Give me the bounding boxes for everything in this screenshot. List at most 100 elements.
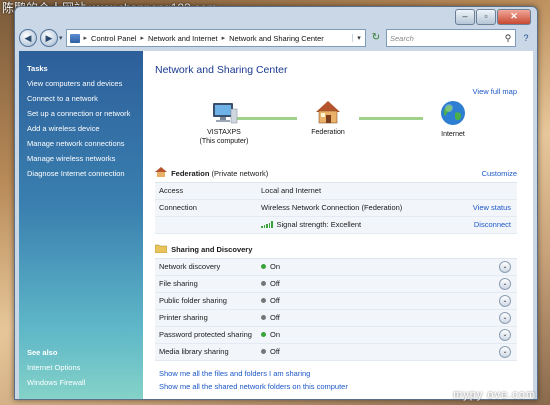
row-label: Printer sharing (159, 313, 208, 322)
this-computer-node[interactable]: VISTAXPS (This computer) (183, 101, 265, 146)
sharing-section-title: Sharing and Discovery (171, 245, 253, 254)
connection-line (359, 117, 423, 120)
folder-icon (155, 244, 167, 253)
task-diagnose-internet-connection[interactable]: Diagnose Internet connection (27, 169, 125, 178)
back-arrow-icon: ◀ (24, 32, 32, 43)
see-also-internet-options[interactable]: Internet Options (27, 363, 80, 372)
task-set-up-a-connection[interactable]: Set up a connection or network (27, 109, 130, 118)
breadcrumb-separator-icon[interactable]: ▸ (84, 34, 88, 42)
customize-link[interactable]: Customize (482, 169, 517, 178)
expand-chevron-icon[interactable]: ⌄ (499, 346, 511, 358)
task-view-computers-and-devices[interactable]: View computers and devices (27, 79, 122, 88)
network-section-header: Federation (Private network) (155, 167, 268, 178)
refresh-button[interactable]: ↻ (369, 30, 383, 46)
internet-node[interactable]: Internet (423, 99, 483, 139)
expand-chevron-icon[interactable]: ⌄ (499, 312, 511, 324)
expand-chevron-icon[interactable]: ⌄ (499, 295, 511, 307)
network-row-connection: Connection Wireless Network Connection (… (155, 200, 517, 217)
sharing-row-public-folder-sharing: Public folder sharing Off ⌄ (155, 293, 517, 310)
close-button[interactable]: ✕ (497, 9, 531, 25)
network-details-table: Access Local and Internet Connection Wir… (155, 182, 517, 234)
sharing-row-printer-sharing: Printer sharing Off ⌄ (155, 310, 517, 327)
breadcrumb-network-and-internet[interactable]: Network and Internet (148, 34, 218, 43)
history-dropdown-icon[interactable]: ▾ (59, 34, 63, 42)
breadcrumb-separator-icon[interactable]: ▸ (222, 34, 226, 42)
view-full-map-link[interactable]: View full map (473, 87, 517, 96)
row-label: Network discovery (159, 262, 221, 271)
task-manage-wireless-networks[interactable]: Manage wireless networks (27, 154, 115, 163)
sharing-row-password-protected-sharing: Password protected sharing On ⌄ (155, 327, 517, 344)
disconnect-link[interactable]: Disconnect (474, 220, 511, 229)
status-off-icon (261, 315, 266, 320)
breadcrumb-control-panel[interactable]: Control Panel (91, 34, 136, 43)
view-status-link[interactable]: View status (473, 203, 511, 212)
address-bar[interactable]: ▸ Control Panel ▸ Network and Internet ▸… (65, 29, 366, 47)
house-icon (155, 167, 167, 177)
breadcrumb-network-and-sharing-center[interactable]: Network and Sharing Center (229, 34, 324, 43)
address-dropdown-icon[interactable]: ▾ (352, 34, 365, 42)
show-shared-folders-link[interactable]: Show me all the shared network folders o… (159, 382, 348, 391)
forward-arrow-icon: ▶ (45, 32, 53, 43)
search-placeholder: Search (390, 33, 414, 43)
row-value: Wireless Network Connection (Federation) (261, 203, 403, 212)
main-content: Network and Sharing Center View full map… (143, 51, 533, 399)
row-state: Off (261, 313, 280, 322)
navigation-bar: ◀ ▶ ▾ ▸ Control Panel ▸ Network and Inte… (19, 27, 533, 49)
title-bar: – ▫ ✕ (15, 7, 537, 27)
see-also-windows-firewall[interactable]: Windows Firewall (27, 378, 85, 387)
sharing-row-network-discovery: Network discovery On ⌄ (155, 259, 517, 276)
row-state: On (261, 262, 280, 271)
see-also-heading: See also (27, 348, 58, 357)
network-name: Federation (311, 129, 345, 136)
row-value: Local and Internet (261, 186, 322, 195)
network-row-access: Access Local and Internet (155, 183, 517, 200)
row-label: Access (159, 186, 184, 195)
row-state: Off (261, 347, 280, 356)
row-state: Off (261, 296, 280, 305)
expand-chevron-icon[interactable]: ⌄ (499, 278, 511, 290)
status-off-icon (261, 349, 266, 354)
network-row-signal: Signal strength: Excellent Disconnect (155, 217, 517, 234)
search-box[interactable]: Search ⚲ (386, 29, 516, 47)
row-label: File sharing (159, 279, 198, 288)
tasks-heading: Tasks (27, 64, 48, 73)
back-button[interactable]: ◀ (19, 29, 37, 47)
desktop-footer-watermark: mypy ove.com (453, 389, 536, 401)
sharing-section-header: Sharing and Discovery (155, 243, 252, 254)
maximize-button[interactable]: ▫ (476, 9, 496, 25)
computer-icon (213, 103, 238, 124)
sharing-table: Network discovery On ⌄ File sharing Off … (155, 258, 517, 361)
globe-icon (441, 101, 465, 125)
row-label: Public folder sharing (159, 296, 227, 305)
signal-strength-text: Signal strength: Excellent (276, 220, 362, 229)
task-manage-network-connections[interactable]: Manage network connections (27, 139, 125, 148)
status-on-icon (261, 264, 266, 269)
status-on-icon (261, 332, 266, 337)
expand-chevron-icon[interactable]: ⌄ (499, 329, 511, 341)
row-label: Password protected sharing (159, 330, 252, 339)
task-connect-to-a-network[interactable]: Connect to a network (27, 94, 98, 103)
computer-name: VISTAXPS (207, 129, 241, 136)
breadcrumb-separator-icon[interactable]: ▸ (140, 34, 144, 42)
minimize-button[interactable]: – (455, 9, 475, 25)
task-sidebar: Tasks View computers and devices Connect… (19, 51, 143, 399)
help-icon[interactable]: ? (519, 31, 533, 45)
task-add-a-wireless-device[interactable]: Add a wireless device (27, 124, 100, 133)
computer-subtitle: (This computer) (199, 138, 249, 145)
search-icon[interactable]: ⚲ (501, 33, 515, 44)
page-title: Network and Sharing Center (155, 64, 288, 76)
forward-button[interactable]: ▶ (40, 29, 58, 47)
show-shared-files-link[interactable]: Show me all the files and folders I am s… (159, 369, 310, 378)
federation-network-node[interactable]: Federation (297, 99, 359, 137)
network-map: VISTAXPS (This computer) Federation Inte… (183, 101, 503, 149)
status-off-icon (261, 281, 266, 286)
sharing-row-file-sharing: File sharing Off ⌄ (155, 276, 517, 293)
house-icon (316, 101, 340, 124)
row-state: On (261, 330, 280, 339)
network-section-type: (Private network) (211, 169, 269, 178)
network-section-name: Federation (171, 169, 210, 178)
expand-chevron-icon[interactable]: ⌄ (499, 261, 511, 273)
window-controls: – ▫ ✕ (455, 9, 531, 25)
control-panel-window: – ▫ ✕ ◀ ▶ ▾ ▸ Control Panel ▸ Network an… (14, 6, 538, 400)
status-off-icon (261, 298, 266, 303)
